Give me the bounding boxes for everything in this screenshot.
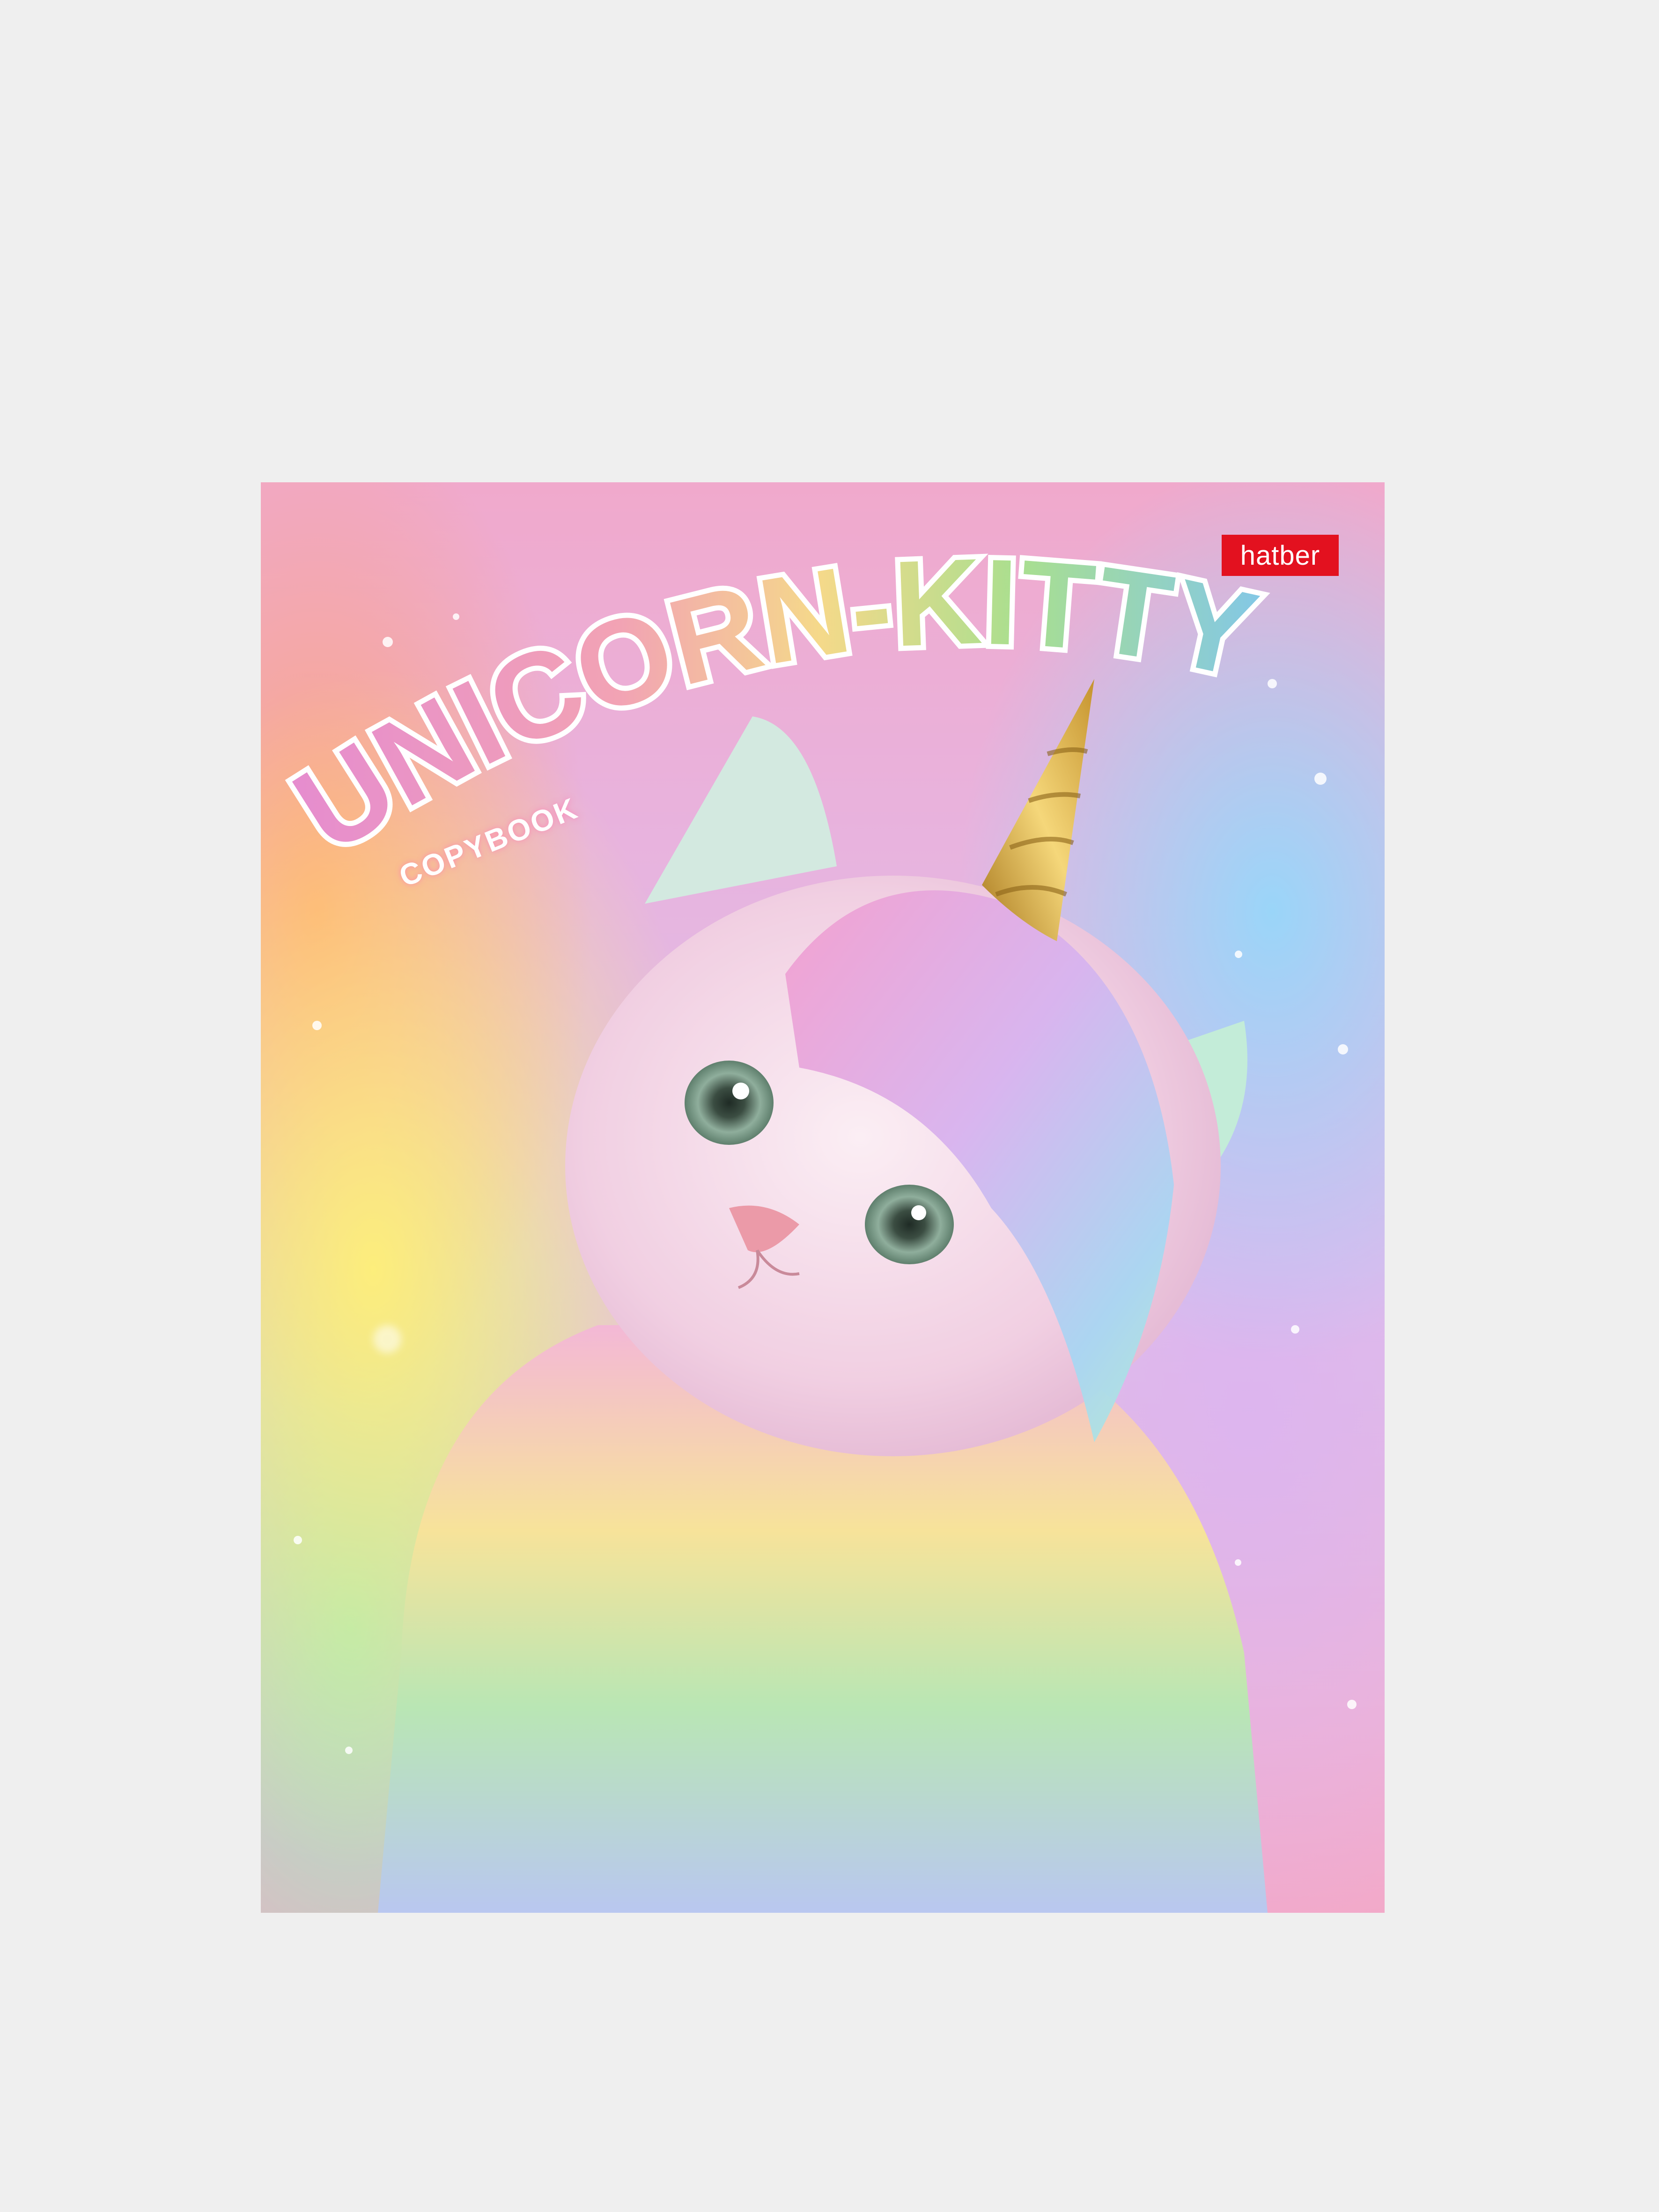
- kitten-left-eye: [685, 1061, 774, 1145]
- kitten-left-ear: [645, 716, 837, 904]
- eye-highlight: [911, 1205, 926, 1220]
- copybook-cover: UNICORN-KITTY hatber COPYBOOK: [261, 482, 1385, 1913]
- kitten-right-eye: [865, 1185, 954, 1264]
- cover-artwork: UNICORN-KITTY: [267, 528, 1273, 1913]
- eye-highlight: [732, 1083, 749, 1099]
- brand-logo: hatber: [1222, 535, 1339, 576]
